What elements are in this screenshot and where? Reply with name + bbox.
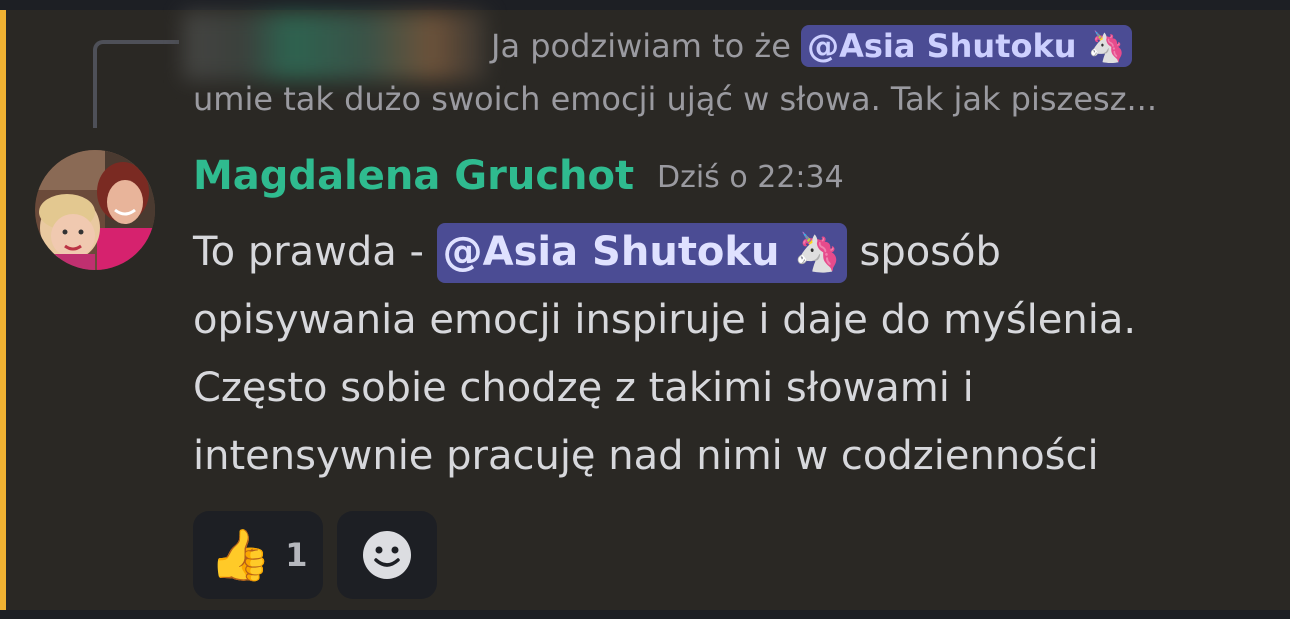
message-line-1: To prawda - @Asia Shutoku 🦄 sposób bbox=[193, 218, 1253, 286]
reply-mention[interactable]: @Asia Shutoku 🦄 bbox=[801, 25, 1132, 67]
message-line-2: opisywania emocji inspiruje i daje do my… bbox=[193, 297, 1137, 343]
unicorn-emoji-icon: 🦄 bbox=[793, 230, 841, 274]
reply-text-before: Ja podziwiam to że bbox=[491, 27, 802, 65]
highlight-bar bbox=[0, 10, 6, 610]
reply-author-redacted[interactable] bbox=[183, 12, 487, 80]
message-mention[interactable]: @Asia Shutoku 🦄 bbox=[436, 223, 847, 283]
unicorn-emoji-icon: 🦄 bbox=[1087, 30, 1126, 65]
avatar-photo bbox=[35, 150, 155, 270]
message-content: To prawda - @Asia Shutoku 🦄 sposób opisy… bbox=[193, 218, 1253, 490]
message-line-4: intensywnie pracuję nad nimi w codzienno… bbox=[193, 433, 1099, 479]
message-timestamp: Dziś o 22:34 bbox=[657, 160, 844, 195]
bottom-divider bbox=[0, 610, 1290, 619]
reply-preview-line2[interactable]: umie tak dużo swoich emocji ująć w słowa… bbox=[193, 75, 1157, 123]
author-name[interactable]: Magdalena Gruchot bbox=[193, 150, 634, 202]
smiley-face-icon bbox=[363, 531, 411, 579]
avatar[interactable] bbox=[35, 150, 155, 270]
reaction-thumbs-up[interactable]: 👍 1 bbox=[193, 511, 323, 599]
add-reaction-button[interactable] bbox=[337, 511, 437, 599]
thumbs-up-icon: 👍 bbox=[209, 526, 272, 584]
reply-connector-icon bbox=[93, 40, 179, 128]
reaction-count: 1 bbox=[285, 536, 308, 574]
reply-preview-line1[interactable]: Ja podziwiam to że @Asia Shutoku 🦄 bbox=[491, 18, 1132, 74]
top-divider bbox=[0, 0, 1290, 10]
message-line-3: Często sobie chodzę z takimi słowami i bbox=[193, 365, 974, 411]
